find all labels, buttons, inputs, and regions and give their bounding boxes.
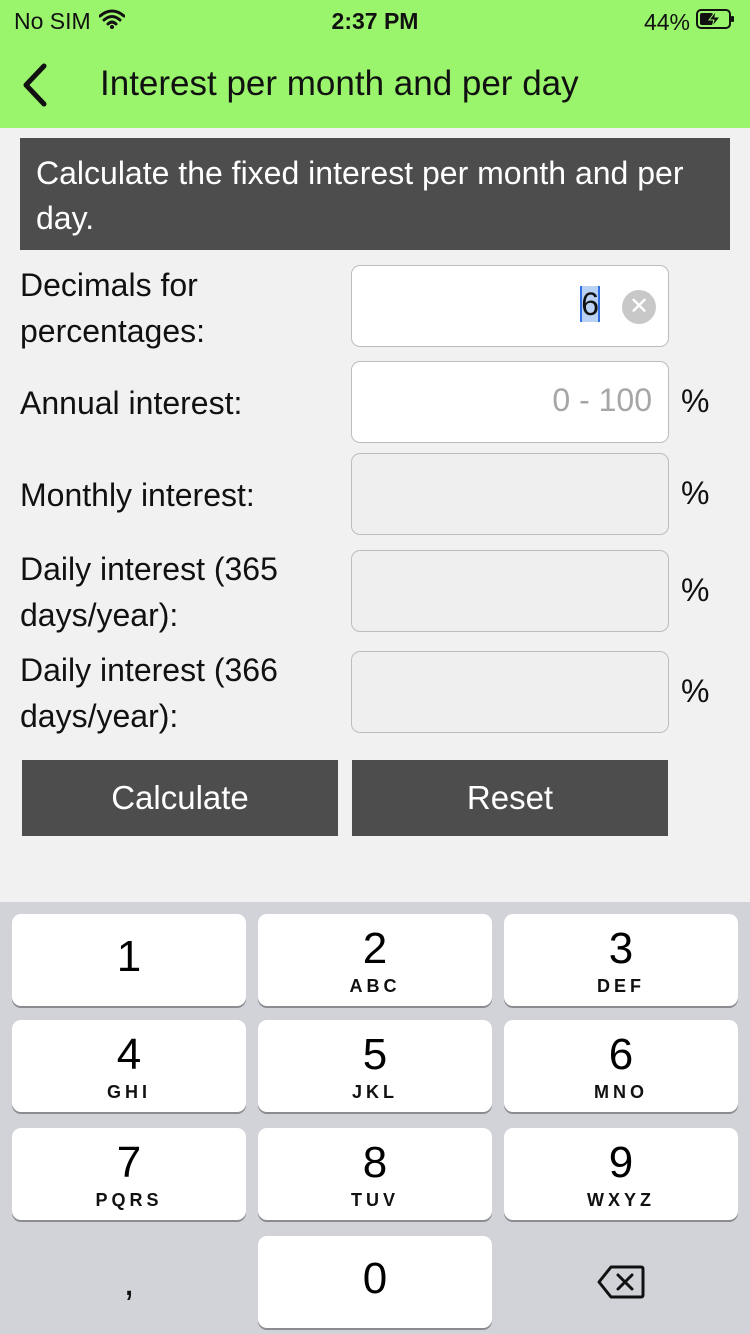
key-4[interactable]: 4 GHI	[12, 1020, 246, 1112]
key-3[interactable]: 3 DEF	[504, 914, 738, 1006]
daily366-label-line2: days/year):	[20, 698, 179, 734]
key-8-letters: TUV	[351, 1190, 399, 1210]
daily366-interest-output[interactable]	[351, 651, 669, 733]
backspace-icon	[597, 1265, 645, 1299]
key-3-digit: 3	[608, 924, 634, 973]
wifi-icon	[98, 8, 126, 35]
key-4-letters: GHI	[106, 1082, 151, 1102]
key-7-digit: 7	[116, 1138, 142, 1187]
key-2-letters: ABC	[349, 976, 401, 996]
key-8-digit: 8	[362, 1138, 388, 1187]
daily365-label-line2: days/year):	[20, 597, 179, 633]
key-6[interactable]: 6 MNO	[504, 1020, 738, 1112]
key-2[interactable]: 2 ABC	[258, 914, 492, 1006]
key-6-digit: 6	[608, 1030, 634, 1079]
battery-charging-icon	[696, 8, 736, 36]
key-0[interactable]: 0	[258, 1236, 492, 1328]
key-5-letters: JKL	[351, 1082, 398, 1102]
navigation-bar: Interest per month and per day	[0, 50, 750, 120]
chevron-left-icon	[23, 63, 47, 107]
annual-percent-unit: %	[681, 383, 710, 419]
daily365-label: Daily interest (365 days/year):	[20, 546, 278, 638]
annual-interest-placeholder: 0 - 100	[552, 382, 652, 418]
status-bar: No SIM 2:37 PM 44%	[0, 6, 750, 36]
key-7[interactable]: 7 PQRS	[12, 1128, 246, 1220]
daily365-interest-output[interactable]	[351, 550, 669, 632]
daily366-label: Daily interest (366 days/year):	[20, 647, 278, 739]
key-1-digit: 1	[116, 932, 142, 981]
key-3-letters: DEF	[597, 976, 645, 996]
daily366-label-line1: Daily interest (366	[20, 652, 278, 688]
numeric-keyboard: 1 2 ABC 3 DEF 4 GHI 5 JKL 6 MNO 7 PQRS 8…	[0, 902, 750, 1334]
annual-interest-input[interactable]: 0 - 100	[351, 361, 669, 443]
back-button[interactable]	[14, 58, 54, 112]
decimals-selected-text: 6	[580, 286, 600, 322]
key-8[interactable]: 8 TUV	[258, 1128, 492, 1220]
key-4-digit: 4	[116, 1030, 142, 1079]
key-9-letters: WXYZ	[587, 1190, 655, 1210]
daily365-percent-unit: %	[681, 572, 710, 608]
monthly-percent-unit: %	[681, 475, 710, 511]
page-title: Interest per month and per day	[100, 64, 579, 103]
clear-icon[interactable]: ✕	[622, 290, 656, 324]
monthly-interest-label: Monthly interest:	[20, 477, 255, 513]
info-banner: Calculate the fixed interest per month a…	[20, 138, 730, 250]
battery-status: 44%	[644, 8, 736, 36]
key-0-digit: 0	[362, 1254, 388, 1303]
annual-interest-label: Annual interest:	[20, 385, 243, 421]
key-2-digit: 2	[362, 924, 388, 973]
delete-key[interactable]	[504, 1236, 738, 1328]
top-bar: No SIM 2:37 PM 44% Interest per month an…	[0, 0, 750, 128]
key-1[interactable]: 1	[12, 914, 246, 1006]
comma-key[interactable]: ,	[12, 1236, 246, 1328]
key-9-digit: 9	[608, 1138, 634, 1187]
calculate-button[interactable]: Calculate	[22, 760, 338, 836]
carrier-status: No SIM	[14, 8, 126, 35]
decimals-value: 6	[580, 286, 600, 323]
monthly-interest-output[interactable]	[351, 453, 669, 535]
daily366-percent-unit: %	[681, 673, 710, 709]
key-5[interactable]: 5 JKL	[258, 1020, 492, 1112]
decimals-label-line2: percentages:	[20, 313, 206, 349]
carrier-label: No SIM	[14, 8, 91, 34]
daily365-label-line1: Daily interest (365	[20, 551, 278, 587]
key-7-letters: PQRS	[95, 1190, 163, 1210]
decimals-label: Decimals for percentages:	[20, 262, 205, 354]
battery-percent: 44%	[643, 8, 690, 35]
key-5-digit: 5	[362, 1030, 388, 1079]
decimals-input[interactable]: 6 ✕	[351, 265, 669, 347]
decimals-label-line1: Decimals for	[20, 267, 198, 303]
key-9[interactable]: 9 WXYZ	[504, 1128, 738, 1220]
key-6-letters: MNO	[594, 1082, 648, 1102]
reset-button[interactable]: Reset	[352, 760, 668, 836]
